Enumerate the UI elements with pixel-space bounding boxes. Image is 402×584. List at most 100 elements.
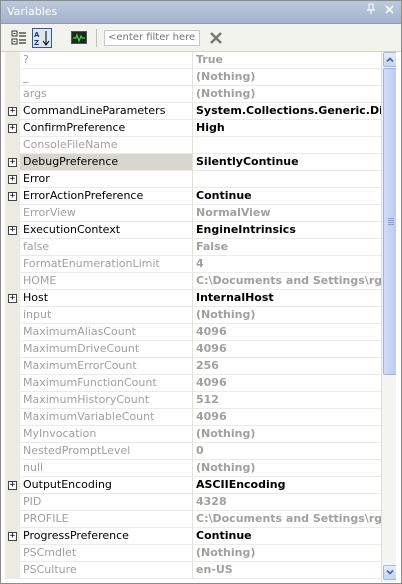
variable-value: 4096 [193, 409, 381, 426]
variable-row[interactable]: _ (Nothing) [5, 69, 381, 86]
variable-name: PID [20, 494, 193, 511]
variable-value[interactable]: Continue [193, 188, 381, 205]
pin-icon[interactable] [363, 3, 379, 19]
variable-value: (Nothing) [193, 545, 381, 562]
row-gutter [5, 426, 20, 443]
variable-row[interactable]: + CommandLineParameters System.Collections… [5, 103, 381, 120]
variable-row[interactable]: ErrorView NormalView [5, 205, 381, 222]
categorized-view-button[interactable] [9, 28, 29, 48]
variable-row[interactable]: + ConfirmPreference High [5, 120, 381, 137]
variable-value: NormalView [193, 205, 381, 222]
panel-title: Variables [7, 5, 58, 18]
variable-value[interactable]: Continue [193, 528, 381, 545]
expand-plus-icon[interactable]: + [8, 192, 17, 201]
variable-name: MaximumDriveCount [20, 341, 193, 358]
variable-row[interactable]: ? True [5, 52, 381, 69]
variable-value[interactable]: High [193, 120, 381, 137]
variable-value: 4096 [193, 324, 381, 341]
sort-az-icon: A Z [34, 31, 50, 46]
variable-row[interactable]: MaximumHistoryCount 512 [5, 392, 381, 409]
monitor-button[interactable] [69, 28, 89, 48]
variable-name: HOME [20, 273, 193, 290]
variable-row[interactable]: + OutputEncoding ASCIIEncoding [5, 477, 381, 494]
variable-row[interactable]: MaximumFunctionCount 4096 [5, 375, 381, 392]
variable-name: PROFILE [20, 511, 193, 528]
variable-name: MaximumHistoryCount [20, 392, 193, 409]
variable-value: 512 [193, 392, 381, 409]
svg-text:A: A [34, 31, 40, 39]
variable-value: 4096 [193, 341, 381, 358]
vertical-scrollbar[interactable] [381, 52, 396, 582]
variable-row[interactable]: PSCmdlet (Nothing) [5, 545, 381, 562]
expand-plus-icon[interactable]: + [8, 175, 17, 184]
close-icon[interactable] [381, 3, 397, 19]
row-gutter [5, 545, 20, 562]
chevron-up-icon [386, 57, 394, 62]
variable-row[interactable]: HOME C:\Documents and Settings\rgile [5, 273, 381, 290]
scroll-down-button[interactable] [383, 565, 396, 580]
row-gutter [5, 511, 20, 528]
variable-row[interactable]: + ExecutionContext EngineIntrinsics [5, 222, 381, 239]
variable-value: 4328 [193, 494, 381, 511]
variable-row[interactable]: + ErrorActionPreference Continue [5, 188, 381, 205]
variable-row[interactable]: + DebugPreference SilentlyContinue [5, 154, 381, 171]
variable-value[interactable]: System.Collections.Generic.Dictio [193, 103, 381, 120]
variable-name: ErrorView [20, 205, 193, 222]
variable-name: Host [20, 290, 193, 307]
variable-value[interactable]: EngineIntrinsics [193, 222, 381, 239]
variable-value[interactable]: ASCIIEncoding [193, 477, 381, 494]
alphabetical-sort-button[interactable]: A Z [32, 28, 52, 48]
variable-value: C:\Documents and Settings\rgile [193, 511, 381, 528]
scroll-thumb[interactable] [383, 68, 396, 375]
expand-plus-icon[interactable]: + [8, 226, 17, 235]
variable-row[interactable]: ConsoleFileName [5, 137, 381, 154]
variable-row[interactable]: + Host InternalHost [5, 290, 381, 307]
variable-row[interactable]: MaximumDriveCount 4096 [5, 341, 381, 358]
row-gutter [5, 273, 20, 290]
variables-panel: Variables A Z <enter filter here> PSCult… [0, 0, 402, 584]
variable-value: False [193, 239, 381, 256]
expand-plus-icon[interactable]: + [8, 124, 17, 133]
variable-row[interactable]: MaximumVariableCount 4096 [5, 409, 381, 426]
variable-value: (Nothing) [193, 307, 381, 324]
variable-value[interactable]: InternalHost [193, 290, 381, 307]
variable-row[interactable]: null (Nothing) [5, 460, 381, 477]
row-gutter [5, 443, 20, 460]
scroll-up-button[interactable] [383, 52, 396, 67]
expand-plus-icon[interactable]: + [8, 107, 17, 116]
expand-plus-icon[interactable]: + [8, 294, 17, 303]
variable-row[interactable]: PSCulture en-US [5, 562, 381, 579]
row-gutter [5, 52, 20, 69]
variable-value: 4 [193, 256, 381, 273]
variable-name: FormatEnumerationLimit [20, 256, 193, 273]
row-gutter [5, 409, 20, 426]
variable-row[interactable]: MyInvocation (Nothing) [5, 426, 381, 443]
variable-row[interactable]: NestedPromptLevel 0 [5, 443, 381, 460]
clear-filter-button[interactable] [206, 28, 226, 48]
variable-name: MaximumAliasCount [20, 324, 193, 341]
variable-row[interactable]: MaximumAliasCount 4096 [5, 324, 381, 341]
variable-row[interactable]: + ProgressPreference Continue [5, 528, 381, 545]
row-gutter [5, 375, 20, 392]
filter-input[interactable] [104, 30, 200, 46]
expand-plus-icon[interactable]: + [8, 532, 17, 541]
row-gutter: + [5, 290, 20, 307]
variable-row[interactable]: FormatEnumerationLimit 4 [5, 256, 381, 273]
variable-row[interactable]: PID 4328 [5, 494, 381, 511]
variable-row[interactable]: MaximumErrorCount 256 [5, 358, 381, 375]
row-gutter [5, 562, 20, 579]
row-gutter [5, 460, 20, 477]
variable-value[interactable]: SilentlyContinue [193, 154, 381, 171]
expand-plus-icon[interactable]: + [8, 481, 17, 490]
expand-plus-icon[interactable]: + [8, 158, 17, 167]
variable-name: ? [20, 52, 193, 69]
variable-row[interactable]: args (Nothing) [5, 86, 381, 103]
row-gutter: + [5, 222, 20, 239]
variable-value[interactable] [193, 171, 381, 188]
variable-row[interactable]: + Error [5, 171, 381, 188]
variable-row[interactable]: false False [5, 239, 381, 256]
variable-value: (Nothing) [193, 86, 381, 103]
variable-name: input [20, 307, 193, 324]
variable-row[interactable]: PROFILE C:\Documents and Settings\rgile [5, 511, 381, 528]
variable-row[interactable]: input (Nothing) [5, 307, 381, 324]
